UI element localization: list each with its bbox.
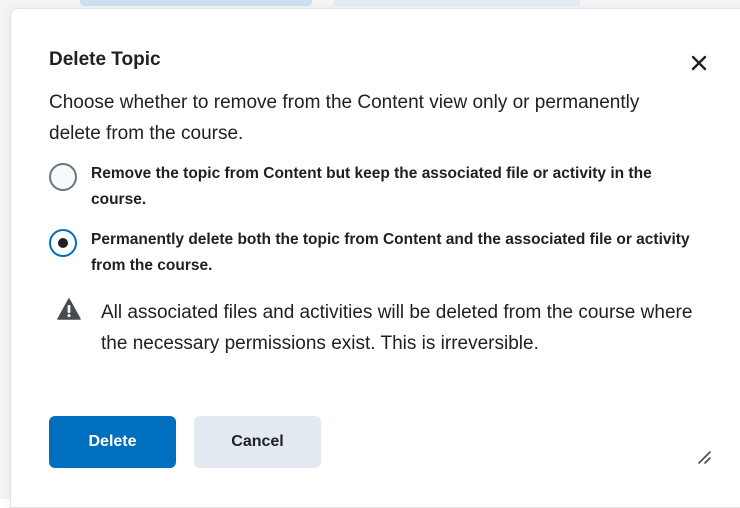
warning-text: All associated files and activities will… [101,302,693,354]
dialog-description: Choose whether to remove from the Conten… [49,92,640,144]
delete-topic-dialog: Delete Topic Choose whether to remove fr… [10,8,740,508]
dialog-title: Delete Topic [49,49,161,70]
close-icon [691,55,707,71]
resize-grip-icon[interactable] [696,449,712,465]
option-remove-label: Remove the topic from Content but keep t… [91,165,652,208]
cancel-button[interactable]: Cancel [194,416,321,468]
option-permanently-delete-label: Permanently delete both the topic from C… [91,231,690,274]
radio-remove-from-content[interactable] [49,163,77,191]
background-tab [334,0,580,6]
radio-permanently-delete[interactable] [49,229,77,257]
close-button[interactable] [687,51,711,75]
delete-button[interactable]: Delete [49,416,176,468]
warning-icon [57,298,81,320]
background-tab-active [80,0,312,6]
